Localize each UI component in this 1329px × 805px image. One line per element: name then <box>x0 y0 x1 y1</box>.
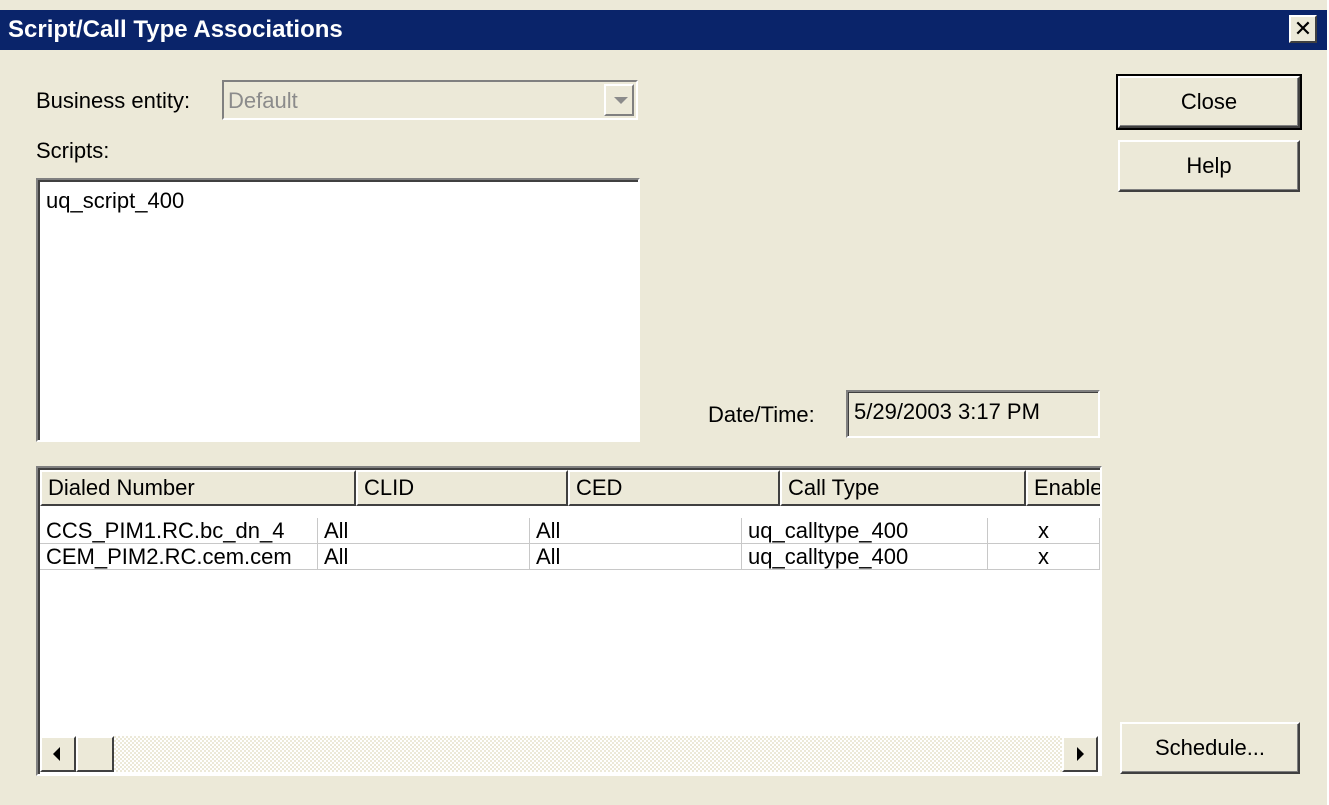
column-header-ced[interactable]: CED <box>568 470 780 506</box>
scripts-label: Scripts: <box>36 138 110 163</box>
table-row-1-ced[interactable]: All <box>530 518 742 544</box>
column-header-dialed-number[interactable]: Dialed Number <box>40 470 356 506</box>
business-entity-label: Business entity: <box>36 88 191 113</box>
table-row-1-dialed-number[interactable]: CCS_PIM1.RC.bc_dn_4 <box>40 518 318 544</box>
window-title: Script/Call Type Associations <box>8 16 343 43</box>
close-button[interactable]: Close <box>1116 74 1302 130</box>
business-entity-select[interactable]: Default <box>222 80 638 120</box>
scrollbar-thumb[interactable] <box>76 736 114 772</box>
table-row-2-clid[interactable]: All <box>318 544 530 570</box>
table-row-2-ced[interactable]: All <box>530 544 742 570</box>
script-item[interactable]: uq_script_400 <box>46 188 184 214</box>
chevron-down-icon[interactable] <box>604 84 634 116</box>
table-row-1-clid[interactable]: All <box>318 518 530 544</box>
table-row-1-enabled[interactable]: x <box>988 518 1100 544</box>
table-row-2-dialed-number[interactable]: CEM_PIM2.RC.cem.cem <box>40 544 318 570</box>
column-header-call-type[interactable]: Call Type <box>780 470 1026 506</box>
arrow-left-icon[interactable] <box>40 736 76 772</box>
association-table[interactable]: Dialed Number CLID CED Call Type Enabled… <box>36 466 1102 776</box>
title-bar[interactable]: Script/Call Type Associations ✕ <box>0 10 1327 50</box>
datetime-field: 5/29/2003 3:17 PM <box>846 390 1100 438</box>
horizontal-scrollbar[interactable] <box>40 736 1098 772</box>
column-header-enabled[interactable]: Enabled <box>1026 470 1100 506</box>
dialog-window: Script/Call Type Associations ✕ Business… <box>0 0 1329 805</box>
schedule-button[interactable]: Schedule... <box>1120 722 1300 774</box>
column-header-clid[interactable]: CLID <box>356 470 568 506</box>
scripts-list[interactable]: uq_script_400 <box>36 178 640 442</box>
datetime-label: Date/Time: <box>708 402 815 427</box>
close-icon[interactable]: ✕ <box>1289 15 1317 43</box>
arrow-right-icon[interactable] <box>1062 736 1098 772</box>
table-row-2-enabled[interactable]: x <box>988 544 1100 570</box>
business-entity-value: Default <box>228 88 298 113</box>
help-button[interactable]: Help <box>1118 140 1300 192</box>
table-row-1-call-type[interactable]: uq_calltype_400 <box>742 518 988 544</box>
table-row-2-call-type[interactable]: uq_calltype_400 <box>742 544 988 570</box>
